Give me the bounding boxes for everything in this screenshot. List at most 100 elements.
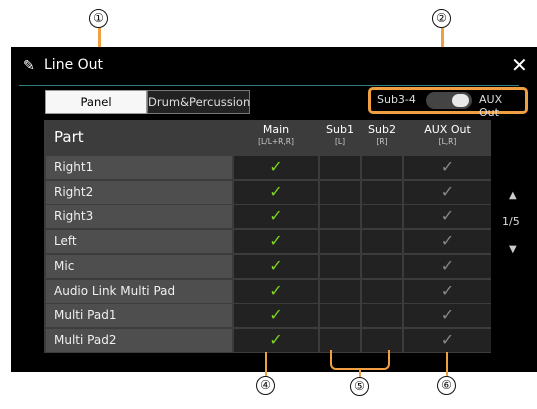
check-icon: ✓ xyxy=(269,157,283,176)
part-label: Audio Link Multi Pad xyxy=(46,279,232,303)
column-header-sub1: Sub1 [L] xyxy=(320,120,360,154)
table-header: Part Main [L/L+R,R] Sub1 [L] Sub2 [R] AU… xyxy=(44,120,491,154)
table-row: Multi Pad2 ✓ ✓ xyxy=(44,328,491,353)
assign-cell-aux-out[interactable]: ✓ xyxy=(404,230,491,254)
check-icon: ✓ xyxy=(269,305,283,325)
assign-cell-sub2[interactable] xyxy=(362,230,402,254)
assign-cell-aux-out[interactable]: ✓ xyxy=(404,304,491,328)
assign-cell-main[interactable]: ✓ xyxy=(234,180,318,204)
assign-cell-main[interactable]: ✓ xyxy=(234,328,318,352)
page-down-arrow-icon[interactable]: ▼ xyxy=(509,244,517,255)
assign-cell-sub1[interactable] xyxy=(320,205,360,229)
assign-cell-sub1[interactable] xyxy=(320,328,360,352)
page-indicator: 1/5 xyxy=(502,215,520,228)
table-row: Right2 ✓ ✓ xyxy=(44,180,491,205)
column-sub2-label: Sub2 xyxy=(368,123,396,136)
part-column-header: Part xyxy=(54,128,84,146)
assign-cell-aux-out[interactable]: ✓ xyxy=(404,156,491,179)
check-icon: ✓ xyxy=(440,206,455,226)
title-bar: ✎ Line Out ✕ xyxy=(11,47,537,85)
mode-label-aux-out: AUX Out xyxy=(479,93,503,119)
table-row: Multi Pad1 ✓ ✓ xyxy=(44,304,491,328)
assign-cell-main[interactable]: ✓ xyxy=(234,156,318,179)
part-label: Mic xyxy=(46,254,232,278)
part-label: Right2 xyxy=(46,180,232,204)
mode-toggle[interactable] xyxy=(426,92,472,109)
assign-cell-sub2[interactable] xyxy=(362,205,402,229)
column-sub2-sub: [R] xyxy=(376,137,388,146)
column-sub1-sub: [L] xyxy=(334,137,346,146)
assign-cell-sub2[interactable] xyxy=(362,254,402,278)
table-row: Audio Link Multi Pad ✓ ✓ xyxy=(44,279,491,304)
assign-cell-aux-out[interactable]: ✓ xyxy=(404,180,491,204)
callout-6: ⑥ xyxy=(437,376,456,395)
assign-cell-sub2[interactable] xyxy=(362,304,402,328)
check-icon: ✓ xyxy=(440,305,455,325)
check-icon: ✓ xyxy=(440,181,455,201)
assign-cell-aux-out[interactable]: ✓ xyxy=(404,205,491,229)
assign-cell-main[interactable]: ✓ xyxy=(234,205,318,229)
column-main-label: Main xyxy=(262,123,290,136)
callout-5: ⑤ xyxy=(350,377,369,396)
assign-cell-sub2[interactable] xyxy=(362,279,402,303)
page-up-arrow-icon[interactable]: ▲ xyxy=(509,190,517,201)
check-icon: ✓ xyxy=(269,206,283,226)
callout-4-leader xyxy=(265,352,267,376)
table-row: Left ✓ ✓ xyxy=(44,230,491,254)
assign-cell-main[interactable]: ✓ xyxy=(234,254,318,278)
part-label: Multi Pad2 xyxy=(46,328,232,352)
pencil-icon: ✎ xyxy=(23,58,35,74)
assign-cell-main[interactable]: ✓ xyxy=(234,279,318,303)
tab-panel[interactable]: Panel xyxy=(45,90,147,114)
assign-cell-sub2[interactable] xyxy=(362,156,402,179)
assign-cell-sub2[interactable] xyxy=(362,180,402,204)
callout-6-leader xyxy=(446,352,448,376)
assign-cell-sub1[interactable] xyxy=(320,156,360,179)
line-out-panel: ✎ Line Out ✕ Panel Drum&Percussion Sub3-… xyxy=(11,47,537,372)
check-icon: ✓ xyxy=(440,157,455,176)
table-row: Mic ✓ ✓ xyxy=(44,254,491,279)
assign-cell-aux-out[interactable]: ✓ xyxy=(404,328,491,352)
check-icon: ✓ xyxy=(440,231,455,251)
callout-5-bracket xyxy=(330,350,390,370)
assign-cell-sub1[interactable] xyxy=(320,279,360,303)
title-divider xyxy=(19,85,519,86)
window-title: Line Out xyxy=(44,57,104,73)
callout-2: ② xyxy=(432,9,451,28)
assignment-table: Part Main [L/L+R,R] Sub1 [L] Sub2 [R] AU… xyxy=(44,120,491,353)
column-header-aux-out: AUX Out [L,R] xyxy=(404,120,491,154)
column-aux-sub: [L,R] xyxy=(438,137,457,146)
part-label: Multi Pad1 xyxy=(46,304,232,328)
callout-1: ① xyxy=(89,9,108,28)
part-label: Right3 xyxy=(46,205,232,229)
column-header-sub2: Sub2 [R] xyxy=(362,120,402,154)
check-icon: ✓ xyxy=(269,181,283,201)
toggle-knob xyxy=(452,94,469,107)
output-mode-switch: Sub3-4 AUX Out xyxy=(368,87,528,119)
part-label: Right1 xyxy=(46,156,232,179)
check-icon: ✓ xyxy=(269,231,283,251)
column-main-sub: [L/L+R,R] xyxy=(258,137,294,146)
mode-label-sub34: Sub3-4 xyxy=(377,93,416,106)
assign-cell-aux-out[interactable]: ✓ xyxy=(404,279,491,303)
assign-cell-main[interactable]: ✓ xyxy=(234,304,318,328)
part-label: Left xyxy=(46,230,232,254)
check-icon: ✓ xyxy=(440,329,455,349)
check-icon: ✓ xyxy=(269,255,283,275)
assign-cell-sub1[interactable] xyxy=(320,304,360,328)
check-icon: ✓ xyxy=(269,280,283,300)
table-row: Right1 ✓ ✓ xyxy=(44,156,491,180)
close-icon[interactable]: ✕ xyxy=(511,53,528,77)
callout-4: ④ xyxy=(256,376,275,395)
assign-cell-sub1[interactable] xyxy=(320,180,360,204)
check-icon: ✓ xyxy=(440,280,455,300)
assign-cell-sub1[interactable] xyxy=(320,230,360,254)
table-row: Right3 ✓ ✓ xyxy=(44,205,491,229)
assign-cell-sub2[interactable] xyxy=(362,328,402,352)
assign-cell-aux-out[interactable]: ✓ xyxy=(404,254,491,278)
tab-drum-percussion[interactable]: Drum&Percussion xyxy=(147,90,250,114)
check-icon: ✓ xyxy=(269,329,283,349)
column-header-main: Main [L/L+R,R] xyxy=(234,120,318,154)
assign-cell-sub1[interactable] xyxy=(320,254,360,278)
assign-cell-main[interactable]: ✓ xyxy=(234,230,318,254)
